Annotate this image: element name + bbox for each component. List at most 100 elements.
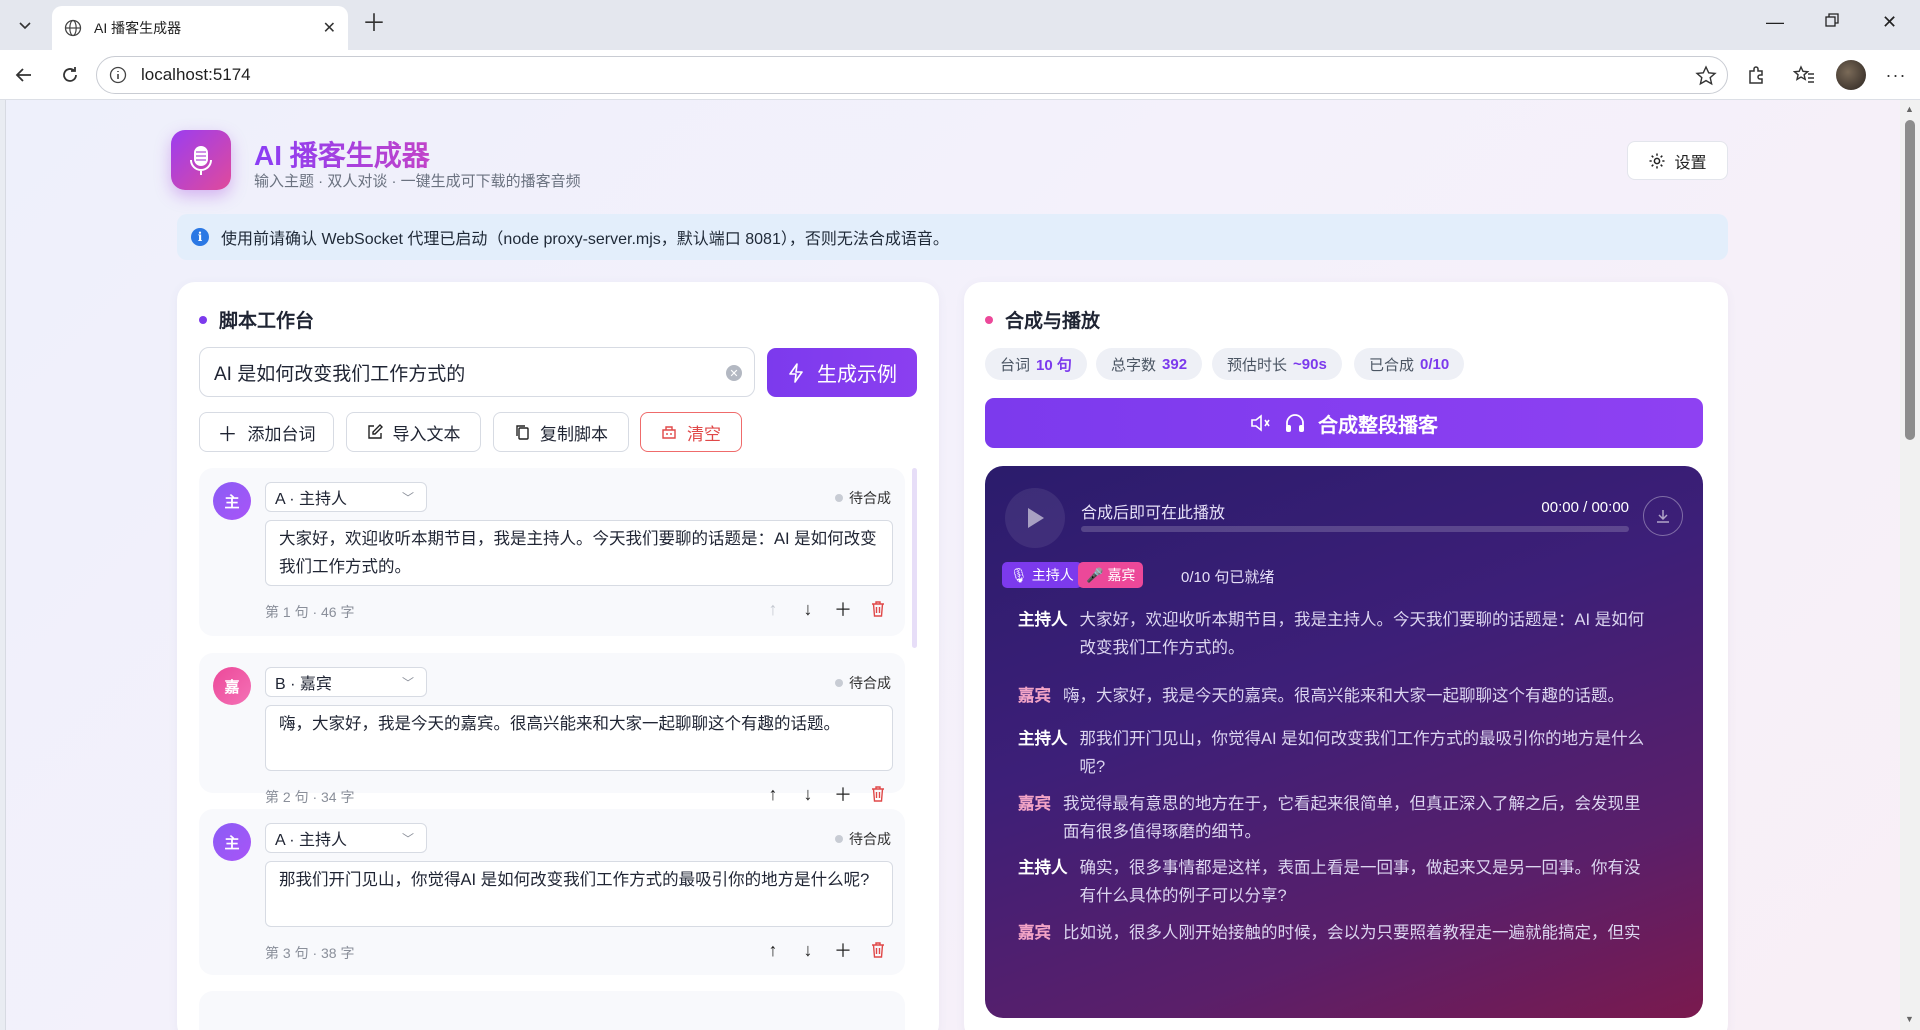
- gear-icon: [1649, 153, 1665, 168]
- bookmark-star-icon[interactable]: [1695, 65, 1717, 87]
- line-status: 待合成: [835, 488, 891, 508]
- microphone-icon: [190, 146, 212, 175]
- app-title: AI 播客生成器: [254, 134, 430, 174]
- copy-script-button[interactable]: 复制脚本: [493, 412, 629, 452]
- transcript-line: 主持人 大家好，欢迎收听本期节目，我是主持人。今天我们要聊的话题是：AI 是如何改…: [1018, 606, 1648, 662]
- browser-menu-button[interactable]: ···: [1884, 63, 1908, 87]
- move-down-icon[interactable]: ↓: [797, 939, 819, 961]
- close-tab-icon[interactable]: ✕: [323, 18, 336, 38]
- move-up-icon[interactable]: ↑: [762, 939, 784, 961]
- audio-player: 合成后即可在此播放 00:00 / 00:00 🎙 主持人 🎤 嘉宾 0/10 句已…: [985, 466, 1703, 1018]
- transcript-text: 比如说，很多人刚开始接触的时候，会以为只要照着教程走一遍就能搞定，但实: [1063, 924, 1641, 942]
- settings-button[interactable]: 设置: [1627, 141, 1728, 180]
- playback-progress[interactable]: [1081, 526, 1629, 532]
- delete-icon[interactable]: [867, 598, 889, 620]
- transcript-text: 那我们开门见山，你觉得AI 是如何改变我们工作方式的最吸引你的地方是什么呢?: [1079, 730, 1645, 776]
- info-icon: i: [191, 228, 209, 246]
- browser-tab[interactable]: AI 播客生成器 ✕: [52, 6, 348, 50]
- restore-button[interactable]: [1824, 12, 1840, 33]
- host-tag-text: 主持人: [1031, 567, 1074, 583]
- tab-list-button[interactable]: [7, 8, 43, 42]
- browser-tabstrip: AI 播客生成器 ✕ ＋ — ✕: [0, 0, 1920, 50]
- delete-icon[interactable]: [867, 939, 889, 961]
- transcript-speaker: 嘉宾: [1018, 924, 1051, 942]
- transcript-line: 嘉宾 比如说，很多人刚开始接触的时候，会以为只要照着教程走一遍就能搞定，但实: [1018, 919, 1648, 947]
- move-down-icon[interactable]: ↓: [797, 783, 819, 805]
- browser-toolbar: localhost:5174 ···: [0, 50, 1920, 100]
- topic-input[interactable]: AI 是如何改变我们工作方式的 ✕: [199, 347, 755, 397]
- insert-line-icon[interactable]: ＋: [832, 939, 854, 961]
- line-textarea[interactable]: 那我们开门见山，你觉得AI 是如何改变我们工作方式的最吸引你的地方是什么呢?: [265, 861, 893, 927]
- import-text-button[interactable]: 导入文本: [346, 412, 481, 452]
- extensions-button[interactable]: [1744, 63, 1768, 87]
- line-actions: ↑ ↓ ＋: [762, 783, 889, 805]
- proxy-notice: i 使用前请确认 WebSocket 代理已启动（node proxy-serv…: [177, 214, 1728, 260]
- profile-avatar[interactable]: [1836, 60, 1866, 90]
- new-tab-button[interactable]: ＋: [362, 12, 386, 36]
- chip-label: 预估时长: [1227, 356, 1288, 374]
- clear-button[interactable]: 清空: [640, 412, 742, 452]
- ready-count: 0/10 句已就绪: [1181, 569, 1275, 586]
- add-line-label: 添加台词: [247, 424, 316, 444]
- speaker-select[interactable]: B · 嘉宾 ﹀: [265, 667, 427, 697]
- minimize-button[interactable]: —: [1766, 12, 1784, 33]
- generate-label: 生成示例: [817, 364, 897, 386]
- stat-chip-chars: 总字数 392: [1096, 348, 1203, 380]
- transcript-line: 主持人 那我们开门见山，你觉得AI 是如何改变我们工作方式的最吸引你的地方是什么呢…: [1018, 725, 1648, 781]
- site-info-icon: [109, 66, 127, 84]
- download-icon: [1657, 510, 1669, 523]
- close-window-button[interactable]: ✕: [1882, 12, 1897, 33]
- speaker-value: A · 主持人: [275, 491, 348, 508]
- download-button[interactable]: [1643, 496, 1683, 536]
- scrollbar-thumb[interactable]: [1905, 120, 1915, 440]
- stat-chip-duration: 预估时长 ~90s: [1212, 348, 1342, 380]
- back-button[interactable]: [12, 63, 36, 87]
- stat-chip-synthesized: 已合成 0/10: [1354, 348, 1465, 380]
- favorites-button[interactable]: [1792, 63, 1816, 87]
- line-meta: 第 2 句 · 34 字: [265, 789, 355, 805]
- workbench-title: 脚本工作台: [199, 306, 314, 333]
- play-icon: [1028, 508, 1044, 528]
- speaker-select[interactable]: A · 主持人 ﹀: [265, 482, 427, 512]
- guest-tag-text: 嘉宾: [1107, 567, 1136, 583]
- speaker-avatar: 嘉: [213, 667, 251, 705]
- speaker-value: A · 主持人: [275, 832, 348, 849]
- add-line-button[interactable]: ＋ 添加台词: [199, 412, 334, 452]
- transcript-text: 嗨，大家好，我是今天的嘉宾。很高兴能来和大家一起聊聊这个有趣的话题。: [1063, 687, 1624, 705]
- app-logo: [171, 130, 231, 190]
- section-dot-icon: [985, 315, 993, 324]
- topic-value: AI 是如何改变我们工作方式的: [214, 363, 466, 385]
- move-up-icon[interactable]: ↑: [762, 783, 784, 805]
- workbench-title-text: 脚本工作台: [219, 311, 315, 332]
- reload-button[interactable]: [58, 63, 82, 87]
- clear-input-icon[interactable]: ✕: [726, 365, 742, 381]
- synthesis-title-text: 合成与播放: [1005, 311, 1101, 332]
- synthesize-podcast-button[interactable]: 合成整段播客: [985, 398, 1703, 448]
- clear-label: 清空: [687, 424, 721, 444]
- line-list-scrollbar[interactable]: [912, 468, 917, 648]
- transcript-line: 主持人 确实，很多事情都是这样，表面上看是一回事，做起来又是另一回事。你有没有什么…: [1018, 854, 1648, 910]
- insert-line-icon[interactable]: ＋: [832, 598, 854, 620]
- delete-icon[interactable]: [867, 783, 889, 805]
- move-down-icon[interactable]: ↓: [797, 598, 819, 620]
- transcript-speaker: 主持人: [1018, 611, 1068, 629]
- play-button[interactable]: [1005, 488, 1065, 548]
- scroll-down-icon[interactable]: ▼: [1905, 1014, 1914, 1024]
- move-up-icon[interactable]: ↑: [762, 598, 784, 620]
- plus-icon: ＋: [217, 423, 238, 446]
- line-textarea[interactable]: 嗨，大家好，我是今天的嘉宾。很高兴能来和大家一起聊聊这个有趣的话题。: [265, 705, 893, 771]
- scroll-up-icon[interactable]: ▲: [1905, 104, 1914, 114]
- speaker-icon: [1251, 414, 1270, 432]
- more-icon: ···: [1885, 64, 1907, 85]
- line-meta: 第 3 句 · 38 字: [265, 945, 355, 961]
- line-textarea[interactable]: 大家好，欢迎收听本期节目，我是主持人。今天我们要聊的话题是：AI 是如何改变我们…: [265, 520, 893, 586]
- restore-icon: [1825, 13, 1839, 27]
- generate-example-button[interactable]: 生成示例: [767, 348, 917, 397]
- transcript-speaker: 主持人: [1018, 859, 1068, 877]
- speaker-select[interactable]: A · 主持人 ﹀: [265, 823, 427, 853]
- page-scrollbar[interactable]: ▲ ▼: [1900, 100, 1920, 1030]
- script-line: 嘉 B · 嘉宾 ﹀ 待合成 嗨，大家好，我是今天的嘉宾。很高兴能来和大家一起聊聊…: [199, 653, 905, 805]
- insert-line-icon[interactable]: ＋: [832, 783, 854, 805]
- transcript-speaker: 主持人: [1018, 730, 1068, 748]
- address-bar[interactable]: localhost:5174: [96, 56, 1728, 94]
